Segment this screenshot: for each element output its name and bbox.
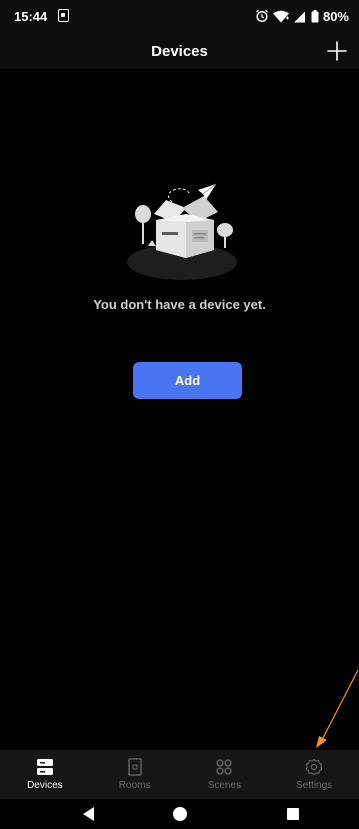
add-device-button[interactable]: Add: [133, 362, 242, 399]
nav-label-settings: Settings: [296, 780, 333, 791]
recents-square-icon[interactable]: [283, 804, 303, 824]
cell-signal-icon: [293, 11, 305, 22]
back-triangle-icon[interactable]: [79, 804, 99, 824]
app-header: Devices: [0, 34, 359, 69]
nav-item-scenes[interactable]: Scenes: [180, 750, 270, 799]
nav-item-settings[interactable]: Settings: [269, 750, 359, 799]
alarm-icon: [256, 9, 268, 23]
home-circle-icon[interactable]: [170, 804, 190, 824]
empty-state-message: You don't have a device yet.: [93, 297, 266, 312]
battery-percent: 80%: [322, 8, 349, 24]
devices-icon: [36, 759, 53, 775]
notification-icon: [58, 9, 69, 22]
nav-label-scenes: Scenes: [207, 780, 242, 791]
annotation-arrow-icon: [316, 670, 359, 748]
status-bar: 15:44 80%: [0, 0, 359, 34]
system-nav-bar: [0, 799, 359, 829]
wifi-icon: [272, 10, 289, 22]
nav-label-rooms: Rooms: [118, 780, 151, 791]
nav-item-rooms[interactable]: Rooms: [90, 750, 180, 799]
bottom-nav: Devices Rooms Scenes Settings: [0, 750, 359, 799]
empty-box-illustration: [127, 183, 237, 280]
door-icon: [127, 758, 142, 776]
status-icons: 80%: [255, 8, 349, 24]
gear-icon: [305, 758, 323, 776]
nav-item-devices[interactable]: Devices: [0, 750, 90, 799]
plus-icon[interactable]: [323, 37, 351, 65]
scenes-icon: [216, 759, 233, 775]
status-time: 15:44: [14, 9, 48, 24]
nav-label-devices: Devices: [27, 780, 63, 791]
battery-icon: [311, 9, 319, 22]
page-title: Devices: [151, 43, 208, 60]
